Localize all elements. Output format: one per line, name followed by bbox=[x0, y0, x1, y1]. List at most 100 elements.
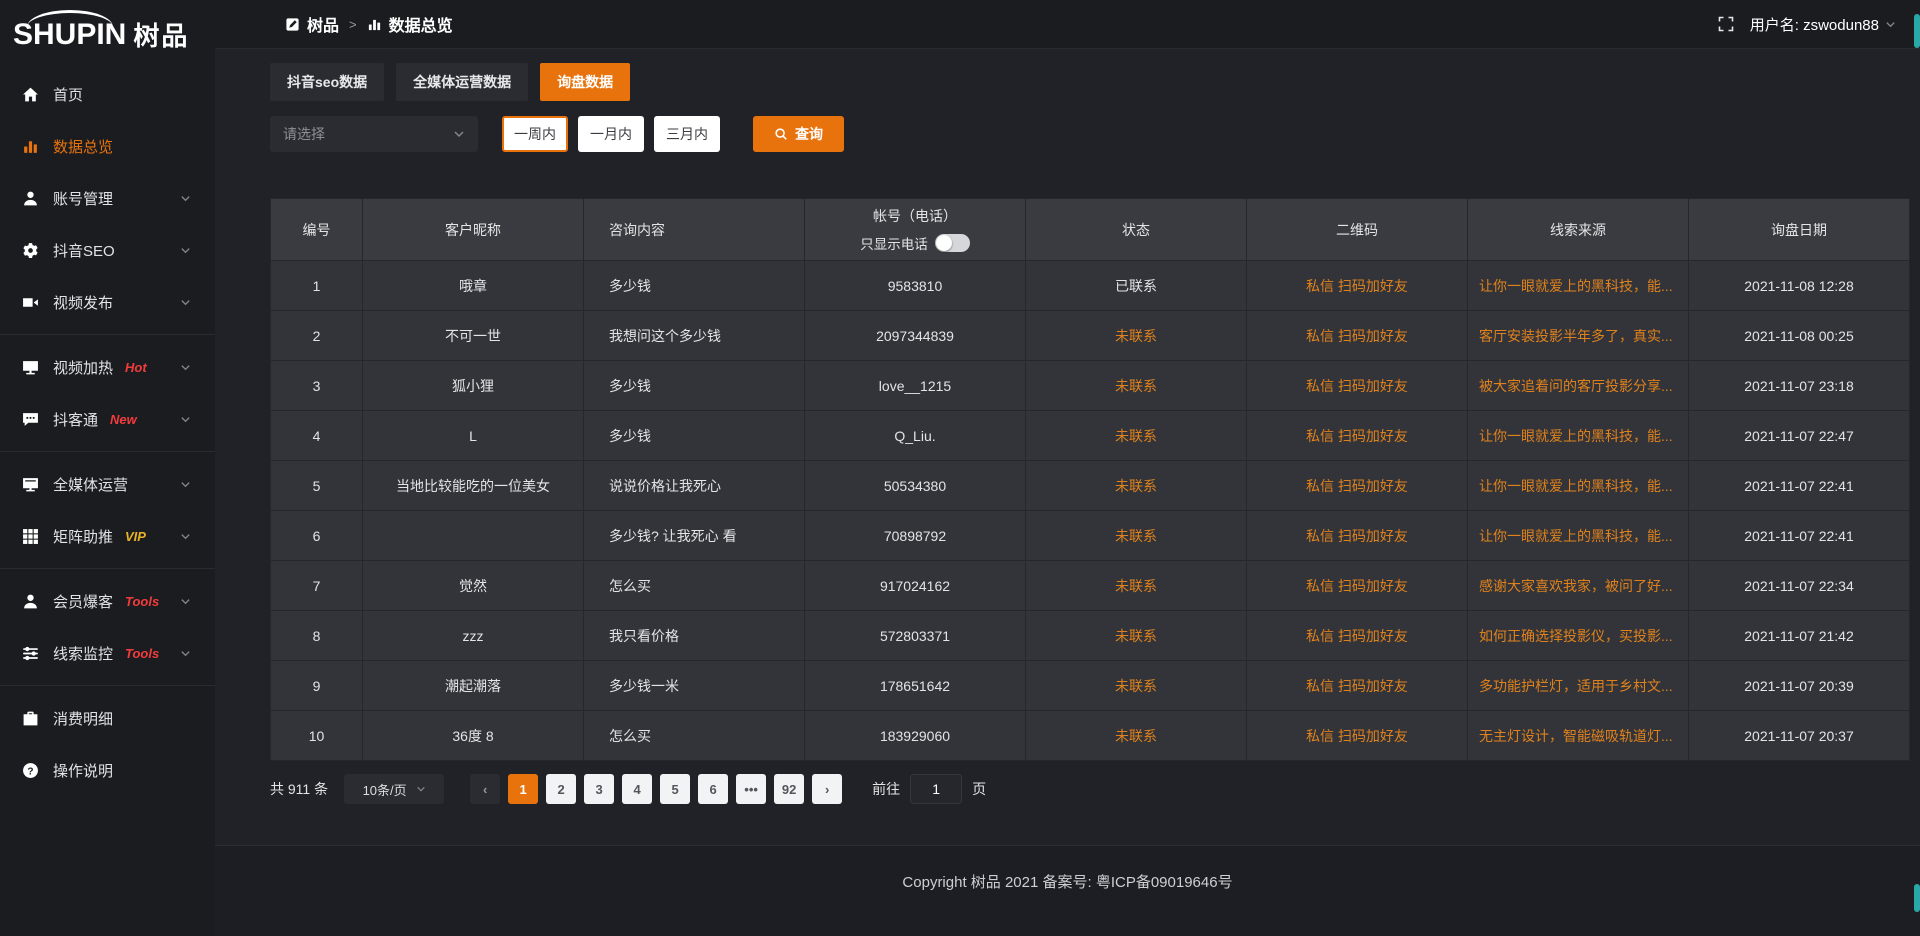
user-menu[interactable]: 用户名: zswodun88 bbox=[1750, 14, 1896, 35]
phone-only-toggle[interactable] bbox=[935, 234, 970, 252]
breadcrumb-item-shupin[interactable]: 树品 bbox=[285, 12, 339, 36]
sidebar-item-account-management[interactable]: 账号管理 bbox=[0, 172, 215, 224]
next-page-button[interactable]: › bbox=[812, 774, 842, 804]
filter-select[interactable]: 请选择 bbox=[270, 116, 478, 152]
sidebar-nav: 首页数据总览账号管理抖音SEO 视频发布视频加热Hot抖客通New 全媒体运营矩阵助… bbox=[0, 62, 215, 936]
page-number-button-3[interactable]: 3 bbox=[584, 774, 614, 804]
page-number-button-5[interactable]: 5 bbox=[660, 774, 690, 804]
page-number-button-2[interactable]: 2 bbox=[546, 774, 576, 804]
lead-source-link[interactable]: 多功能护栏灯，适用于乡村文... bbox=[1479, 678, 1673, 694]
lead-source-link[interactable]: 客厅安装投影半年多了，真实... bbox=[1479, 328, 1673, 344]
page-number-button-4[interactable]: 4 bbox=[622, 774, 652, 804]
qr-add-friend-link[interactable]: 私信 扫码加好友 bbox=[1306, 728, 1408, 744]
cell-no: 10 bbox=[271, 711, 363, 761]
lead-source-link[interactable]: 让你一眼就爱上的黑科技，能... bbox=[1479, 528, 1673, 544]
table-row: 5当地比较能吃的一位美女说说价格让我死心50534380未联系私信 扫码加好友让… bbox=[271, 461, 1910, 511]
page-size-select[interactable]: 10条/页 bbox=[344, 774, 444, 804]
cell-no: 5 bbox=[271, 461, 363, 511]
topbar: 树品>数据总览 用户名: zswodun88 bbox=[215, 0, 1920, 49]
cell-status: 未联系 bbox=[1026, 461, 1247, 511]
phone-toggle-row: 只显示电话 bbox=[805, 233, 1025, 253]
sidebar-item-label: 抖音SEO bbox=[53, 240, 115, 261]
chevron-down-icon bbox=[180, 531, 191, 542]
table-row: 4L多少钱Q_Liu.未联系私信 扫码加好友让你一眼就爱上的黑科技，能...20… bbox=[271, 411, 1910, 461]
tab-omni-media-data[interactable]: 全媒体运营数据 bbox=[396, 63, 528, 101]
sidebar-item-instructions[interactable]: ?操作说明 bbox=[0, 744, 215, 796]
goto-page-input[interactable] bbox=[910, 774, 962, 804]
user-icon bbox=[22, 190, 39, 207]
time-range-button-1[interactable]: 一周内 bbox=[502, 116, 568, 152]
cell-content: 多少钱一米 bbox=[584, 661, 805, 711]
sidebar-item-data-overview[interactable]: 数据总览 bbox=[0, 120, 215, 172]
tab-inquiry-data[interactable]: 询盘数据 bbox=[540, 63, 630, 101]
sidebar-item-video-boost[interactable]: 视频加热Hot bbox=[0, 341, 215, 393]
table-row: 2不可一世我想问这个多少钱2097344839未联系私信 扫码加好友客厅安装投影… bbox=[271, 311, 1910, 361]
qr-add-friend-link[interactable]: 私信 扫码加好友 bbox=[1306, 328, 1408, 344]
footer: Copyright 树品 2021 备案号: 粤ICP备09019646号 bbox=[215, 845, 1920, 936]
toggle-knob-icon bbox=[936, 235, 952, 251]
sidebar-badge: Tools bbox=[125, 594, 159, 609]
page-ellipsis-button[interactable]: ••• bbox=[736, 774, 766, 804]
qr-add-friend-link[interactable]: 私信 扫码加好友 bbox=[1306, 378, 1408, 394]
cell-status: 未联系 bbox=[1026, 711, 1247, 761]
lead-source-link[interactable]: 让你一眼就爱上的黑科技，能... bbox=[1479, 428, 1673, 444]
sidebar-badge: Tools bbox=[125, 646, 159, 661]
sidebar-badge: New bbox=[110, 412, 137, 427]
qr-add-friend-link[interactable]: 私信 扫码加好友 bbox=[1306, 528, 1408, 544]
sidebar-item-expense-detail[interactable]: 消费明细 bbox=[0, 692, 215, 744]
qr-add-friend-link[interactable]: 私信 扫码加好友 bbox=[1306, 478, 1408, 494]
lead-source-link[interactable]: 感谢大家喜欢我家，被问了好... bbox=[1479, 578, 1673, 594]
time-range-button-3[interactable]: 三月内 bbox=[654, 116, 720, 152]
qr-add-friend-link[interactable]: 私信 扫码加好友 bbox=[1306, 428, 1408, 444]
cell-date: 2021-11-07 20:37 bbox=[1689, 711, 1910, 761]
breadcrumb-item-data-overview[interactable]: 数据总览 bbox=[367, 12, 453, 36]
sidebar-item-label: 视频发布 bbox=[53, 292, 113, 313]
qr-add-friend-link[interactable]: 私信 扫码加好友 bbox=[1306, 678, 1408, 694]
cell-nickname: 觉然 bbox=[363, 561, 584, 611]
pagination: 共 911 条 10条/页 ‹ 123456•••92 › 前往 页 bbox=[270, 774, 1910, 804]
prev-page-button[interactable]: ‹ bbox=[470, 774, 500, 804]
sidebar-divider bbox=[0, 451, 215, 452]
sidebar-item-omni-media[interactable]: 全媒体运营 bbox=[0, 458, 215, 510]
cell-account: 917024162 bbox=[805, 561, 1026, 611]
search-button[interactable]: 查询 bbox=[753, 116, 844, 152]
logo-brand-en: SHUPIN bbox=[13, 12, 126, 50]
time-range-button-2[interactable]: 一月内 bbox=[578, 116, 644, 152]
fullscreen-icon[interactable] bbox=[1718, 16, 1734, 32]
sidebar-item-douketong[interactable]: 抖客通New bbox=[0, 393, 215, 445]
cell-status: 未联系 bbox=[1026, 511, 1247, 561]
page-number-button-1[interactable]: 1 bbox=[508, 774, 538, 804]
cell-no: 1 bbox=[271, 261, 363, 311]
cell-date: 2021-11-08 00:25 bbox=[1689, 311, 1910, 361]
sidebar-item-home[interactable]: 首页 bbox=[0, 68, 215, 120]
search-button-label: 查询 bbox=[795, 124, 823, 144]
sidebar-item-member-burst[interactable]: 会员爆客Tools bbox=[0, 575, 215, 627]
lead-source-link[interactable]: 让你一眼就爱上的黑科技，能... bbox=[1479, 478, 1673, 494]
sidebar-item-lead-monitor[interactable]: 线索监控Tools bbox=[0, 627, 215, 679]
cell-account: 70898792 bbox=[805, 511, 1026, 561]
lead-source-link[interactable]: 无主灯设计，智能磁吸轨道灯... bbox=[1479, 728, 1673, 744]
cell-status: 未联系 bbox=[1026, 611, 1247, 661]
chevron-down-icon bbox=[180, 479, 191, 490]
sidebar-item-video-publish[interactable]: 视频发布 bbox=[0, 276, 215, 328]
page-number-button-6[interactable]: 6 bbox=[698, 774, 728, 804]
sidebar-item-douyin-seo[interactable]: 抖音SEO bbox=[0, 224, 215, 276]
cell-account: 178651642 bbox=[805, 661, 1026, 711]
sidebar-item-matrix-boost[interactable]: 矩阵助推VIP bbox=[0, 510, 215, 562]
qr-add-friend-link[interactable]: 私信 扫码加好友 bbox=[1306, 578, 1408, 594]
cell-source: 如何正确选择投影仪，买投影... bbox=[1468, 611, 1689, 661]
qr-add-friend-link[interactable]: 私信 扫码加好友 bbox=[1306, 278, 1408, 294]
tab-douyin-seo-data[interactable]: 抖音seo数据 bbox=[270, 63, 384, 101]
sidebar-item-label: 数据总览 bbox=[53, 136, 113, 157]
col-header-source: 线索来源 bbox=[1468, 199, 1689, 261]
chat-icon bbox=[22, 411, 39, 428]
lead-source-link[interactable]: 如何正确选择投影仪，买投影... bbox=[1479, 628, 1673, 644]
page-number-button-92[interactable]: 92 bbox=[774, 774, 804, 804]
lead-source-link[interactable]: 被大家追着问的客厅投影分享... bbox=[1479, 378, 1673, 394]
qr-add-friend-link[interactable]: 私信 扫码加好友 bbox=[1306, 628, 1408, 644]
cell-nickname: 潮起潮落 bbox=[363, 661, 584, 711]
lead-source-link[interactable]: 让你一眼就爱上的黑科技，能... bbox=[1479, 278, 1673, 294]
cell-status: 未联系 bbox=[1026, 311, 1247, 361]
cell-no: 2 bbox=[271, 311, 363, 361]
cell-no: 6 bbox=[271, 511, 363, 561]
